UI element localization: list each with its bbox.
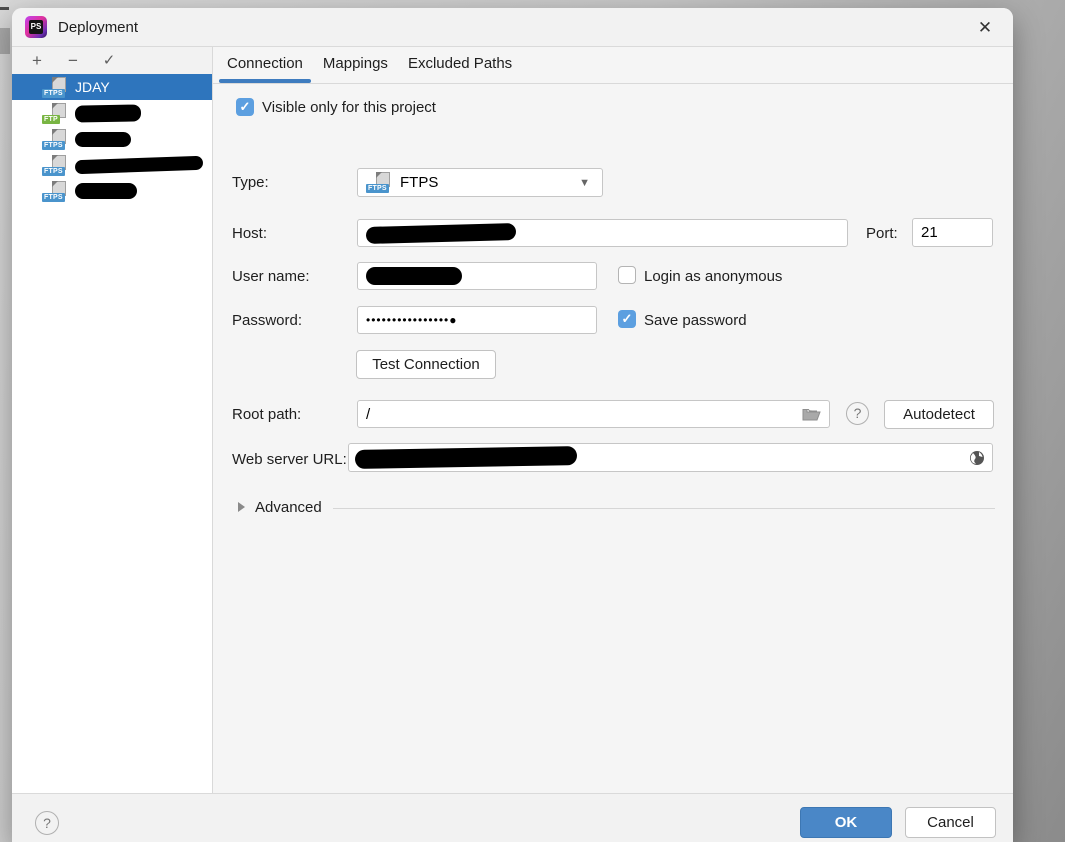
password-input[interactable]: ••••••••••••••••● [357,306,597,334]
use-as-default-icon[interactable]: ✓ [100,51,118,71]
title-bar: PS Deployment ✕ [12,8,1013,47]
server-row-redacted-3[interactable]: FTPS [12,152,212,178]
advanced-divider [333,508,995,509]
visible-only-label: Visible only for this project [262,99,436,116]
server-row-redacted-2[interactable]: FTPS [12,126,212,152]
ftp-file-icon: FTP [42,103,69,124]
connection-form: ✓ Visible only for this project Type: FT… [213,84,1013,793]
server-row-redacted-1[interactable]: FTP [12,100,212,126]
ftps-file-icon: FTPS [42,77,69,98]
type-label: Type: [232,174,269,191]
login-anonymous-label: Login as anonymous [644,268,782,285]
root-path-help-icon[interactable]: ? [846,402,869,425]
server-list-panel: + − ✓ FTPS JDAY FTP [12,47,213,793]
save-password-checkbox[interactable]: ✓ [618,310,636,328]
root-path-label: Root path: [232,406,301,423]
redacted-username-value [366,267,462,285]
ftps-file-icon: FTPS [42,181,69,202]
redacted-host-value [366,223,516,244]
type-value: FTPS [400,174,438,191]
autodetect-button[interactable]: Autodetect [884,400,994,429]
login-anonymous-checkbox[interactable] [618,266,636,284]
dialog-help-icon[interactable]: ? [35,811,59,835]
port-label: Port: [866,225,898,242]
advanced-label[interactable]: Advanced [255,499,322,516]
username-input[interactable] [357,262,597,290]
redacted-server-name [75,132,131,147]
save-password-label: Save password [644,312,747,329]
phpstorm-logo-icon: PS [25,16,47,38]
port-input[interactable]: 21 [912,218,993,247]
globe-icon[interactable] [969,450,985,466]
test-connection-button[interactable]: Test Connection [356,350,496,379]
server-list-toolbar: + − ✓ [12,47,212,74]
port-value: 21 [921,224,938,241]
cancel-button[interactable]: Cancel [905,807,996,838]
deployment-dialog: PS Deployment ✕ + − ✓ FTPS JDAY FTP [12,8,1013,842]
add-server-icon[interactable]: + [28,51,46,71]
server-list: FTPS JDAY FTP FTPS [12,74,212,793]
redacted-server-name [75,156,203,174]
background-artifact-square [0,28,10,54]
connection-settings-panel: Connection Mappings Excluded Paths ✓ Vis… [213,47,1013,793]
server-row-jday[interactable]: FTPS JDAY [12,74,212,100]
ftps-file-icon: FTPS [42,155,69,176]
host-label: Host: [232,225,267,242]
type-dropdown[interactable]: FTPS FTPS ▼ [357,168,603,197]
dialog-title: Deployment [58,19,138,36]
host-input[interactable] [357,219,848,247]
background-artifact-dash [0,7,9,10]
web-server-url-input[interactable] [348,443,993,472]
ftps-file-icon: FTPS [366,172,393,193]
tab-excluded-paths[interactable]: Excluded Paths [402,47,518,84]
chevron-down-icon: ▼ [579,177,590,189]
ftps-file-icon: FTPS [42,129,69,150]
redacted-server-name [75,183,137,199]
tabs-bar: Connection Mappings Excluded Paths [213,47,1013,84]
open-folder-icon[interactable] [802,407,821,421]
remove-server-icon[interactable]: − [64,51,82,71]
ok-button[interactable]: OK [800,807,892,838]
web-server-url-label: Web server URL: [232,451,347,468]
tab-mappings[interactable]: Mappings [317,47,394,84]
active-tab-underline [219,79,311,83]
visible-only-checkbox[interactable]: ✓ [236,98,254,116]
username-label: User name: [232,268,310,285]
tab-connection[interactable]: Connection [221,47,309,84]
server-name: JDAY [75,79,110,95]
advanced-expand-icon[interactable] [238,502,245,512]
password-masked-value: ••••••••••••••••● [366,313,457,327]
root-path-value: / [366,406,370,423]
redacted-url-value [355,446,577,469]
password-label: Password: [232,312,302,329]
server-row-redacted-4[interactable]: FTPS [12,178,212,204]
redacted-server-name [75,104,141,122]
root-path-input[interactable]: / [357,400,830,428]
dialog-footer: ? OK Cancel [12,793,1013,842]
close-icon[interactable]: ✕ [973,16,997,40]
